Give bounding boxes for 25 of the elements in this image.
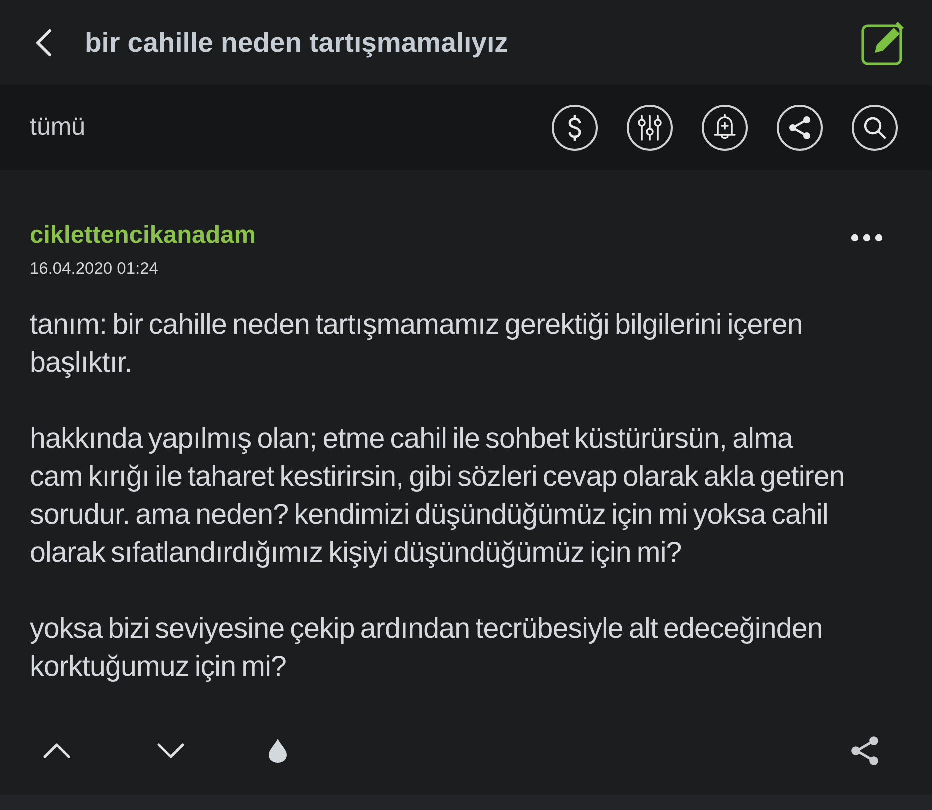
pencil-square-icon: [861, 20, 905, 66]
share-icon: [788, 114, 812, 140]
search-button[interactable]: [852, 104, 898, 150]
follow-button[interactable]: [702, 104, 748, 150]
entry-paragraph: tanım: bir cahille neden tartışmamamız gerektiği bilgilerini içeren başlıktır.: [30, 308, 804, 380]
chevron-down-icon: [157, 743, 185, 759]
author-link[interactable]: ciklettencikanadam: [30, 218, 256, 255]
chevron-up-icon: [43, 743, 71, 759]
dollar-icon: [568, 114, 582, 140]
filter-tab[interactable]: tümü: [30, 108, 86, 146]
filter-button[interactable]: [627, 104, 673, 150]
entry-date: 16.04.2020 01:24: [30, 258, 160, 280]
more-dots-icon: [851, 234, 883, 242]
drop-icon: [268, 738, 288, 764]
sliders-icon: [638, 114, 662, 140]
edit-button[interactable]: [860, 20, 906, 66]
page-title: bir cahille neden tartışmamalıyız: [85, 26, 508, 60]
chevron-left-icon: [36, 28, 52, 56]
entry-paragraph: hakkında yapılmış olan; etme cahil ile sohbet küstürürsün, alma cam kırığı ile taharet kestirirsin, gibi sözleri cevap olarak akla getiren sorudur. ama neden? kendimizi düşündüğümüz için mi yoksa cahil olarak sıfatlandırdığımız kişiyi düşündüğümüz için mi?: [30, 422, 846, 570]
entry-paragraph: yoksa bizi seviyesine çekip ardından tecrübesiyle alt edeceğinden korktuğumuz için mi?: [30, 612, 824, 684]
bell-plus-icon: [713, 114, 737, 142]
share-button[interactable]: [777, 104, 823, 150]
search-icon: [863, 116, 887, 140]
share-icon: [851, 736, 879, 766]
donate-button[interactable]: [552, 104, 598, 150]
